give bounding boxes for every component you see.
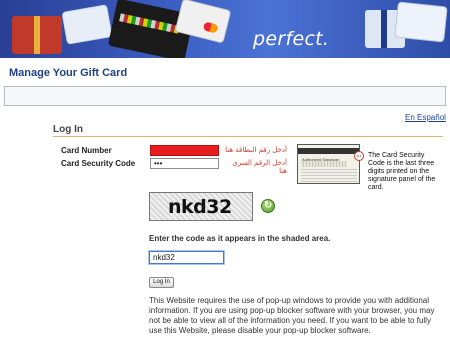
signature-strip [301,161,347,167]
security-code-help: The Card Security Code is the last three… [368,152,436,191]
signature-panel-image: Authorized Signature [297,144,360,184]
message-box [4,86,446,106]
captcha-input[interactable]: nkd32 [149,251,224,264]
magnetic-stripe [298,148,359,154]
popup-blocker-note: This Website requires the use of pop-up … [149,296,435,335]
card-number-input[interactable] [150,145,219,156]
card-number-label: Card Number [61,146,112,155]
section-divider [53,136,443,137]
banner-tagline: perfect. [253,28,330,50]
gift-box-image [12,16,62,54]
refresh-icon[interactable]: ↻ [261,199,275,213]
security-code-label: Card Security Code [61,159,136,168]
section-title: Log In [53,124,83,135]
card-number-hint: أدخل رقم البطاقة هنا [225,146,287,154]
gift-card-image [394,1,448,43]
captcha-text: nkd32 [168,196,232,218]
page-title: Manage Your Gift Card [9,67,128,79]
captcha-image: nkd32 [149,192,253,221]
security-code-hint: أدخل الرقم السري هنا [232,159,287,175]
captcha-instruction: Enter the code as it appears in the shad… [149,234,331,243]
language-link[interactable]: En Español [405,113,446,122]
login-button[interactable]: Log In [149,277,174,288]
fine-print [301,169,357,182]
security-code-highlight-icon: ••• [354,151,364,161]
header-banner: perfect. [0,0,450,58]
security-code-input[interactable]: ••• [150,158,219,169]
